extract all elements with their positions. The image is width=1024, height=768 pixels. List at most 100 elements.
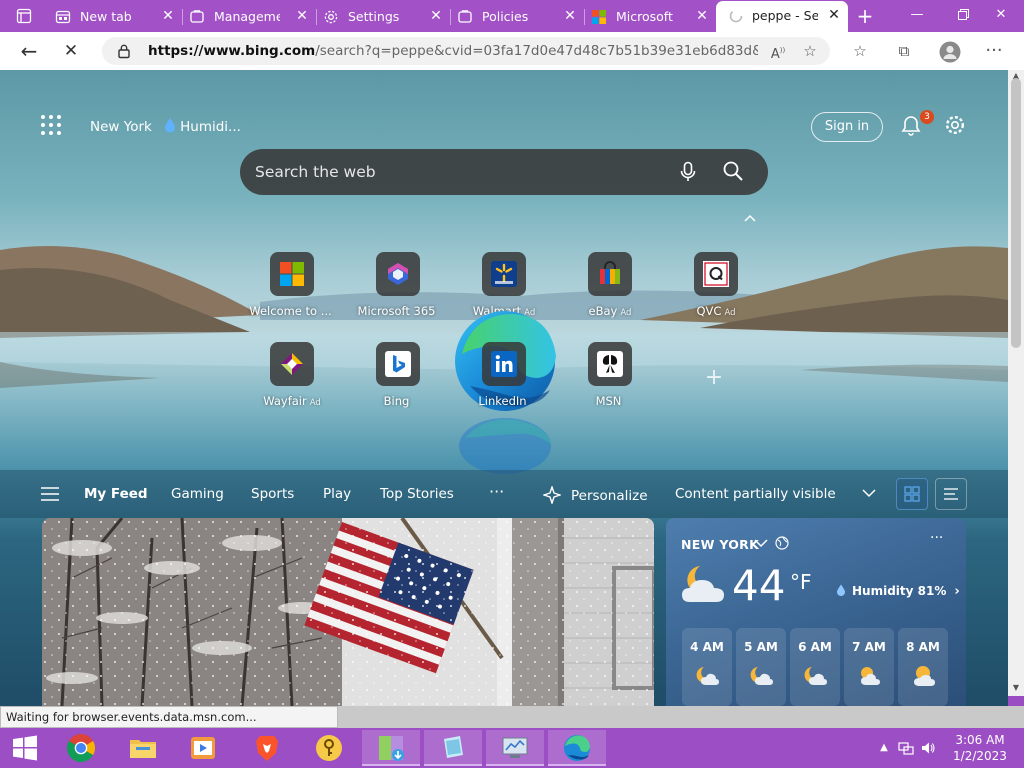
close-window-button[interactable]: ✕ xyxy=(978,0,1024,30)
favorites-button[interactable]: ☆ xyxy=(850,41,870,61)
hourly-forecast-item[interactable]: 4 AM xyxy=(682,628,732,706)
location-globe-icon[interactable] xyxy=(775,536,789,550)
tab-peppe-search[interactable]: peppe - Search ✕ xyxy=(716,1,848,32)
sign-in-button[interactable]: Sign in xyxy=(811,112,883,142)
taskbar-file-explorer[interactable] xyxy=(114,730,172,766)
profile-button[interactable] xyxy=(939,41,961,63)
taskbar-intune-app[interactable] xyxy=(362,730,420,766)
page-settings-gear-icon[interactable] xyxy=(944,114,966,136)
chevron-up-icon[interactable] xyxy=(742,212,758,224)
more-feed-tabs-button[interactable]: ··· xyxy=(489,482,504,501)
hourly-forecast-item[interactable]: 7 AM xyxy=(844,628,894,706)
news-photo-snowy-flag-image xyxy=(42,518,654,706)
tab-top-stories[interactable]: Top Stories xyxy=(380,486,454,502)
tab-play[interactable]: Play xyxy=(323,486,351,502)
search-icon[interactable] xyxy=(722,160,744,182)
quick-link-ebay[interactable]: eBay Ad xyxy=(550,252,670,324)
chevron-down-icon[interactable] xyxy=(862,488,876,498)
chevron-up-icon[interactable]: ▲ xyxy=(876,740,892,756)
taskbar-key-app[interactable] xyxy=(300,730,358,766)
weather-card[interactable]: NEW YORK ··· 44 °F Humidity 81% › 4 AM 5 … xyxy=(666,518,966,706)
quick-link-welcome[interactable]: Welcome to ... xyxy=(232,252,352,324)
add-favorite-button[interactable]: ☆ xyxy=(800,41,820,61)
clock-date: 1/2/2023 xyxy=(953,749,1007,763)
location-weather-widget[interactable]: New York Humidi... xyxy=(90,117,241,135)
taskbar-chrome[interactable] xyxy=(52,730,110,766)
hour-label: 4 AM xyxy=(690,640,724,654)
tab-sports[interactable]: Sports xyxy=(251,486,294,502)
settings-and-more-button[interactable]: ··· xyxy=(984,41,1004,61)
back-button[interactable]: ← xyxy=(14,37,44,65)
tab-settings[interactable]: Settings ✕ xyxy=(316,2,451,32)
weather-more-button[interactable]: ··· xyxy=(930,530,943,546)
quick-link-linkedin[interactable]: LinkedIn xyxy=(444,342,564,414)
taskbar-system-app[interactable] xyxy=(486,730,544,766)
start-button[interactable] xyxy=(0,730,58,766)
collections-button[interactable]: ⧉ xyxy=(894,41,914,61)
web-search-box[interactable]: Search the web xyxy=(240,149,768,195)
download-app-icon xyxy=(379,736,404,761)
quick-link-label: eBay Ad xyxy=(588,304,632,318)
microsoft-logo-icon xyxy=(280,262,304,286)
close-tab-icon[interactable]: ✕ xyxy=(294,8,310,24)
read-aloud-button[interactable]: A)) xyxy=(768,41,788,62)
tab-actions-button[interactable] xyxy=(10,4,38,28)
content-visibility-dropdown[interactable]: Content partially visible xyxy=(675,486,836,502)
close-tab-icon[interactable]: ✕ xyxy=(428,8,444,24)
taskbar-edge[interactable] xyxy=(548,730,606,766)
hamburger-menu-icon[interactable] xyxy=(41,487,59,501)
quick-link-msn[interactable]: MSN xyxy=(550,342,670,414)
personalize-button[interactable]: Personalize xyxy=(543,486,648,504)
taskbar-notes-app[interactable] xyxy=(424,730,482,766)
add-shortcut-button[interactable]: + xyxy=(704,367,724,389)
grid-layout-button[interactable] xyxy=(896,478,928,510)
notifications-bell-icon[interactable] xyxy=(900,114,922,136)
hourly-forecast-item[interactable]: 5 AM xyxy=(736,628,786,706)
search-input[interactable]: Search the web xyxy=(255,163,376,181)
notification-count-badge: 3 xyxy=(920,110,934,124)
quick-link-microsoft-365[interactable]: Microsoft 365 xyxy=(338,252,458,324)
weather-city[interactable]: NEW YORK xyxy=(681,537,759,552)
hourly-forecast-item[interactable]: 8 AM xyxy=(898,628,948,706)
tab-management[interactable]: Management ✕ xyxy=(182,2,317,32)
scrollbar-thumb[interactable] xyxy=(1011,78,1021,348)
close-tab-icon[interactable]: ✕ xyxy=(826,7,842,23)
microphone-icon[interactable] xyxy=(678,161,698,183)
tab-new-tab[interactable]: New tab ✕ xyxy=(48,2,183,32)
status-strip: Waiting for browser.events.data.msn.com.… xyxy=(0,706,1024,728)
close-tab-icon[interactable]: ✕ xyxy=(562,8,578,24)
quick-link-bing[interactable]: Bing xyxy=(338,342,458,414)
tab-strip: New tab ✕ Management ✕ Settings ✕ Polici… xyxy=(0,0,1024,32)
network-icon[interactable] xyxy=(898,740,914,756)
news-card-snowy-flag[interactable] xyxy=(42,518,654,706)
quick-link-qvc[interactable]: QVC Ad xyxy=(656,252,776,324)
list-layout-button[interactable] xyxy=(935,478,967,510)
temperature-unit[interactable]: °F xyxy=(790,570,812,594)
taskbar-brave[interactable] xyxy=(238,730,296,766)
partly-cloudy-icon xyxy=(861,667,880,685)
quick-link-wayfair[interactable]: Wayfair Ad xyxy=(232,342,352,414)
taskbar-media-player[interactable] xyxy=(174,730,232,766)
volume-icon[interactable] xyxy=(920,740,936,756)
close-tab-icon[interactable]: ✕ xyxy=(160,8,176,24)
app-launcher-icon[interactable] xyxy=(40,114,62,136)
stop-loading-button[interactable]: ✕ xyxy=(56,37,86,65)
url-text[interactable]: https://www.bing.com/search?q=peppe&cvid… xyxy=(148,43,758,59)
tab-my-feed[interactable]: My Feed xyxy=(84,486,148,502)
quick-link-tile xyxy=(270,342,314,386)
clock[interactable]: 3:06 AM 1/2/2023 xyxy=(944,732,1016,764)
hourly-forecast-item[interactable]: 6 AM xyxy=(790,628,840,706)
address-bar[interactable]: https://www.bing.com/search?q=peppe&cvid… xyxy=(102,37,830,65)
scroll-down-arrow-icon[interactable]: ▼ xyxy=(1008,682,1024,694)
humidity-reading[interactable]: Humidity 81% › xyxy=(836,584,960,599)
chevron-down-icon[interactable] xyxy=(754,538,768,548)
minimize-button[interactable]: — xyxy=(894,0,940,30)
tab-policies[interactable]: Policies ✕ xyxy=(450,2,585,32)
tab-gaming[interactable]: Gaming xyxy=(171,486,224,502)
quick-link-tile xyxy=(376,252,420,296)
close-tab-icon[interactable]: ✕ xyxy=(694,8,710,24)
tab-microsoft-edge[interactable]: Microsoft Edge ✕ xyxy=(584,2,716,32)
back-arrow-icon: ← xyxy=(20,39,38,63)
new-tab-button[interactable]: + xyxy=(851,4,879,28)
linkedin-logo-icon xyxy=(491,351,517,377)
